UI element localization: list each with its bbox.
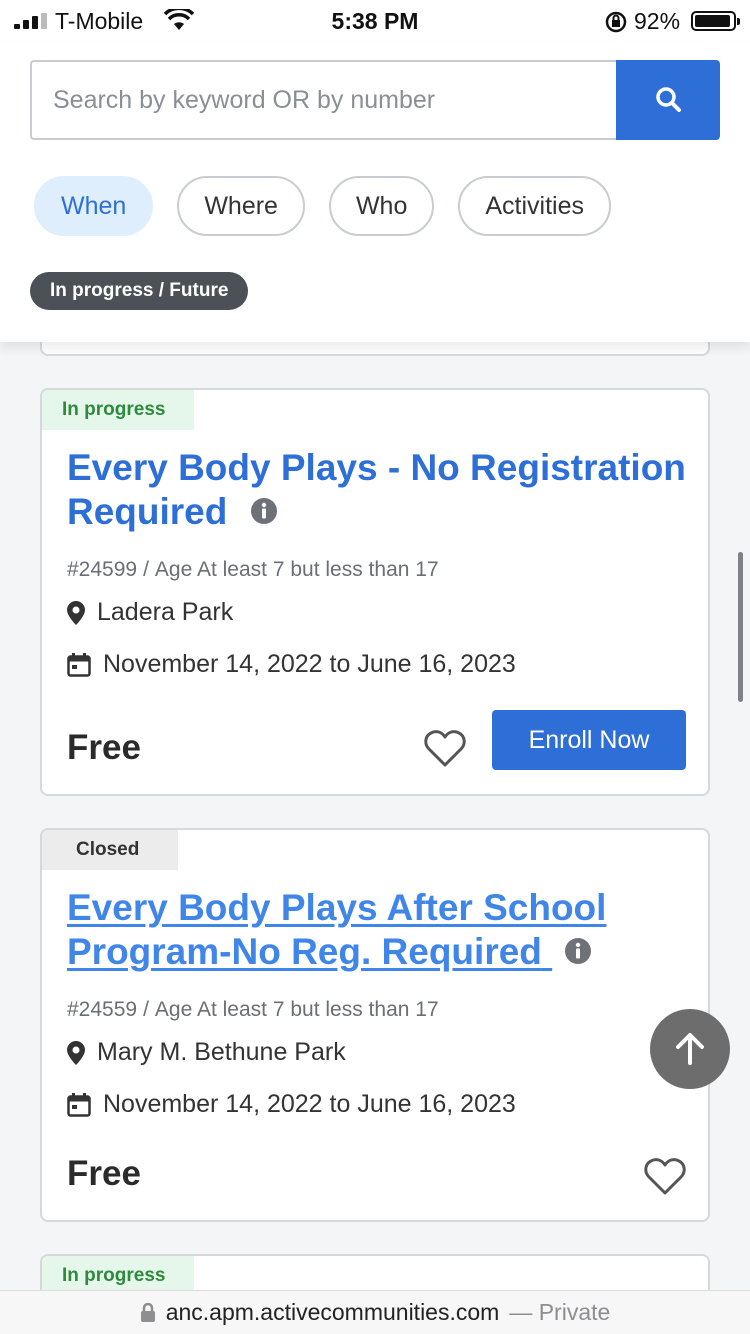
filter-activities[interactable]: Activities (458, 176, 611, 236)
activity-meta: #24559/Age At least 7 but less than 17 (67, 998, 439, 1021)
location-name: Ladera Park (97, 598, 234, 626)
filter-bar: When Where Who Activities (34, 176, 611, 236)
activity-dates: November 14, 2022 to June 16, 2023 (67, 1090, 516, 1119)
activity-location: Mary M. Bethune Park (67, 1038, 346, 1067)
search-header: When Where Who Activities In progress / … (0, 42, 750, 342)
calendar-icon (67, 1092, 91, 1117)
heart-icon[interactable] (424, 730, 466, 768)
search-button[interactable] (616, 60, 720, 140)
status-badge: In progress (42, 390, 194, 430)
filter-where[interactable]: Where (177, 176, 305, 236)
activity-price: Free (67, 728, 141, 767)
url-domain: anc.apm.activecommunities.com (165, 1299, 500, 1325)
info-icon[interactable] (250, 497, 278, 525)
activity-title-line2[interactable]: Required (67, 491, 227, 532)
lock-icon (140, 1302, 155, 1322)
enroll-now-button[interactable]: Enroll Now (492, 710, 686, 770)
date-range: November 14, 2022 to June 16, 2023 (103, 1090, 516, 1118)
activity-number: #24599 (67, 558, 138, 581)
filter-who[interactable]: Who (328, 176, 435, 236)
activity-title-line2[interactable]: Program-No Reg. Required (67, 931, 542, 972)
activity-location: Ladera Park (67, 598, 233, 627)
rotation-lock-icon (605, 11, 627, 33)
search-icon (656, 87, 681, 112)
browser-url-bar[interactable]: anc.apm.activecommunities.com — Private (0, 1290, 750, 1334)
location-name: Mary M. Bethune Park (97, 1038, 346, 1066)
result-card: In progress Every Body Plays - No Regist… (40, 388, 710, 796)
arrow-up-icon (676, 1033, 704, 1065)
activity-age: Age At least 7 but less than 17 (154, 998, 439, 1021)
activity-number: #24559 (67, 998, 138, 1021)
active-filter-chip[interactable]: In progress / Future (30, 272, 249, 310)
date-range: November 14, 2022 to June 16, 2023 (103, 650, 516, 678)
activity-title[interactable]: Every Body Plays After School Program-No… (67, 886, 692, 974)
private-mode-label: — Private (509, 1299, 611, 1325)
activity-age: Age At least 7 but less than 17 (154, 558, 439, 581)
activity-meta: #24599/Age At least 7 but less than 17 (67, 558, 439, 581)
activity-dates: November 14, 2022 to June 16, 2023 (67, 650, 516, 679)
activity-title[interactable]: Every Body Plays - No Registration Requi… (67, 446, 692, 534)
battery-icon (691, 11, 740, 31)
calendar-icon (67, 652, 91, 677)
battery-percent: 92% (634, 8, 681, 34)
map-pin-icon (67, 1040, 85, 1065)
activity-price: Free (67, 1154, 141, 1193)
heart-icon[interactable] (644, 1158, 686, 1196)
map-pin-icon (67, 600, 85, 625)
search-input[interactable] (30, 60, 618, 140)
filter-when[interactable]: When (34, 176, 154, 236)
back-to-top-button[interactable] (650, 1009, 730, 1089)
result-card: Closed Every Body Plays After School Pro… (40, 828, 710, 1222)
scrollbar[interactable] (738, 552, 743, 702)
status-badge: Closed (42, 830, 178, 870)
activity-title-line1[interactable]: Every Body Plays - No Registration (67, 447, 686, 488)
activity-title-line1[interactable]: Every Body Plays After School (67, 887, 606, 928)
info-icon[interactable] (564, 937, 592, 965)
status-bar: T-Mobile 5:38 PM 92% (0, 0, 750, 42)
